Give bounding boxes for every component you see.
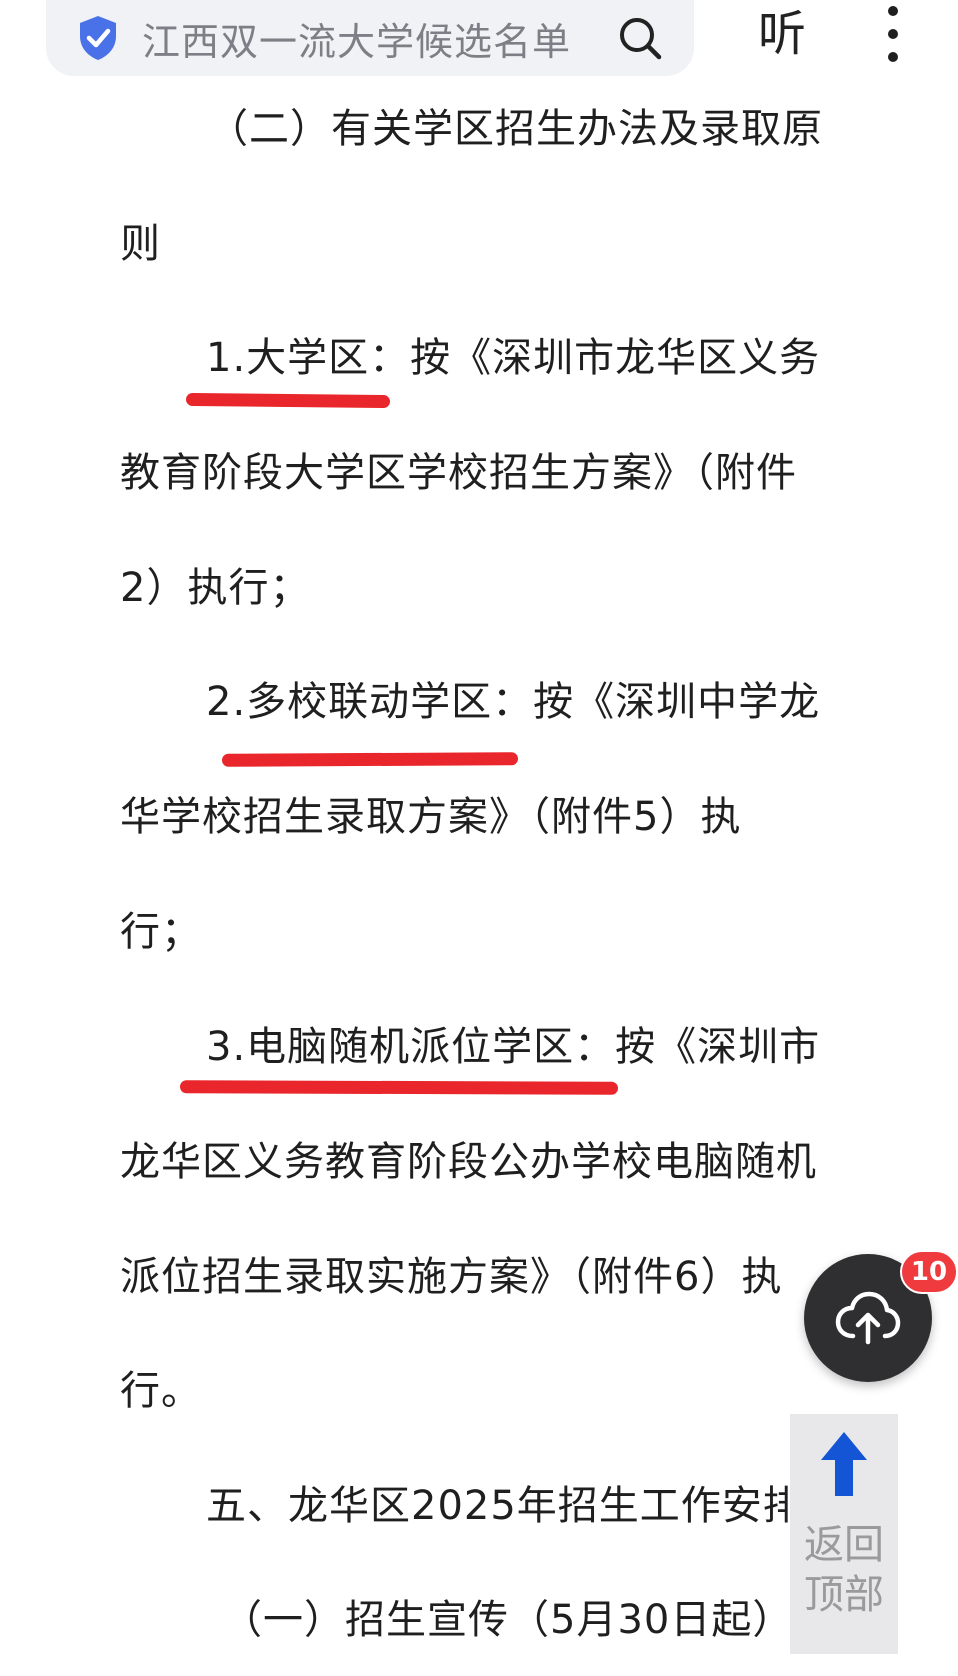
article-line: 行；	[120, 909, 202, 955]
article-line: （一）招生宣传（5月30日起）	[222, 1597, 794, 1643]
article-line: 则	[120, 221, 161, 267]
article-line: 3.电脑随机派位学区：按《深圳市	[206, 1024, 821, 1070]
listen-button[interactable]: 听	[758, 4, 806, 64]
verified-shield-icon	[80, 16, 116, 60]
search-query-text[interactable]: 江西双一流大学候选名单	[142, 11, 616, 66]
article-line: 2.多校联动学区：按《深圳中学龙	[206, 679, 821, 725]
back-to-top-label-1: 返回	[804, 1522, 884, 1568]
article-line: （二）有关学区招生办法及录取原	[208, 106, 823, 152]
article-line: 华学校招生录取方案》（附件5）执	[120, 794, 742, 840]
back-to-top-label-2: 顶部	[804, 1572, 884, 1618]
article-line: 教育阶段大学区学校招生方案》（附件	[120, 450, 797, 496]
article-line: 行。	[120, 1368, 202, 1414]
back-to-top-button[interactable]: 返回 顶部	[790, 1414, 898, 1654]
red-underline	[185, 392, 391, 409]
cloud-upload-icon	[835, 1291, 901, 1345]
red-underline	[179, 1080, 619, 1095]
article-line: 2）执行；	[120, 565, 311, 611]
search-bar[interactable]: 江西双一流大学候选名单	[46, 0, 694, 76]
article-line: 龙华区义务教育阶段公办学校电脑随机	[120, 1139, 817, 1185]
search-icon[interactable]	[616, 14, 664, 62]
notification-badge: 10	[900, 1250, 958, 1294]
article-line: 派位招生录取实施方案》（附件6）执	[120, 1254, 783, 1300]
red-underline	[221, 752, 519, 767]
section-heading: 五、龙华区2025年招生工作安排	[206, 1483, 804, 1529]
more-vertical-icon[interactable]	[878, 4, 908, 64]
article-line: 1.大学区：按《深圳市龙华区义务	[206, 335, 821, 381]
arrow-up-icon	[821, 1432, 867, 1496]
